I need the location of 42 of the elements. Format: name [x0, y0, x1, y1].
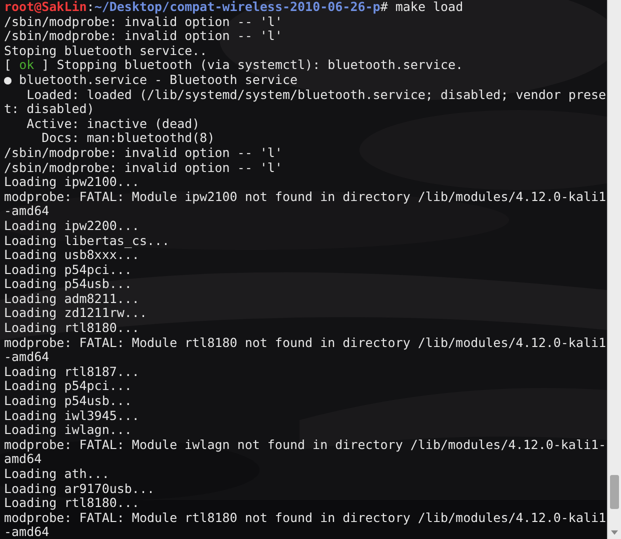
terminal-text: # make load [380, 0, 464, 14]
terminal-line: Loading iwlagn... [4, 423, 133, 438]
terminal-line: modprobe: FATAL: Module rtl8180 not found in directory /lib/modules/4.12.0-kali1 [4, 336, 607, 350]
terminal-line: Loaded: loaded (/lib/systemd/system/bluetooth.service; disabled; vendor prese [26, 88, 607, 102]
terminal-line: /sbin/modprobe: invalid option -- 'l' [4, 14, 282, 30]
terminal-line: Loading ipw2200... [4, 218, 140, 234]
terminal-line: Loading rtl8180... [4, 496, 140, 511]
terminal-line: Docs: man:bluetoothd(8) [40, 131, 216, 146]
terminal-line: Loading ipw2100... [4, 175, 140, 190]
terminal-line: Loading adm8211... [4, 292, 140, 306]
prompt-path: ~/Desktop/compat-wireless-2010-06-26-p [94, 0, 380, 14]
terminal-line: Loading usb8xxx... [4, 248, 140, 263]
terminal-line: /sbin/modprobe: invalid option -- 'l' [4, 29, 284, 44]
terminal-line: Loading p54pci... [4, 379, 133, 394]
terminal-line: Loading iwl3945... [4, 408, 140, 424]
terminal-line: Loading libertas_cs... [4, 234, 171, 248]
terminal-line: amd64 [4, 452, 42, 467]
terminal-line: Loading p54usb... [4, 277, 133, 292]
terminal-line: modprobe: FATAL: Module rtl8180 not found in directory /lib/modules/4.12.0-kali1 [4, 510, 607, 526]
terminal-line: ● bluetooth.service - Bluetooth service [4, 72, 298, 88]
terminal-line: Active: inactive (dead) [26, 116, 201, 132]
terminal-line: /sbin/modprobe: invalid option -- 'l' [4, 160, 284, 176]
terminal-line: -amd64 [4, 204, 50, 219]
terminal-line: -amd64 [4, 525, 50, 539]
terminal-line: t: disabled) [4, 102, 96, 117]
terminal-line: Loading rtl8187... [4, 364, 140, 380]
terminal-text: : [86, 0, 94, 14]
terminal-line: Loading zd1211rw... [4, 306, 148, 322]
terminal-line: modprobe: FATAL: Module iwlagn not found in directory /lib/modules/4.12.0-kali1- [4, 438, 607, 452]
ok-status: ok [19, 57, 34, 72]
terminal-line: Stoping bluetooth service.. [4, 44, 208, 58]
terminal-line: -amd64 [4, 350, 50, 365]
terminal-line: Loading p54usb... [4, 394, 133, 409]
terminal-line: Loading rtl8180... [4, 321, 140, 336]
terminal-line: Loading ath... [4, 467, 110, 482]
terminal-text: [ [4, 57, 12, 72]
prompt-user: root@SakLin [4, 0, 87, 14]
terminal-line: Loading ar9170usb... [4, 482, 156, 496]
terminal-line: /sbin/modprobe: invalid option -- 'l' [4, 146, 284, 161]
terminal-text: ] Stopping bluetooth (via systemctl): bluetooth.service. [42, 57, 464, 72]
terminal-line: Loading p54pci... [4, 262, 133, 278]
terminal-line: modprobe: FATAL: Module ipw2100 not found in directory /lib/modules/4.12.0-kali1 [4, 190, 607, 204]
